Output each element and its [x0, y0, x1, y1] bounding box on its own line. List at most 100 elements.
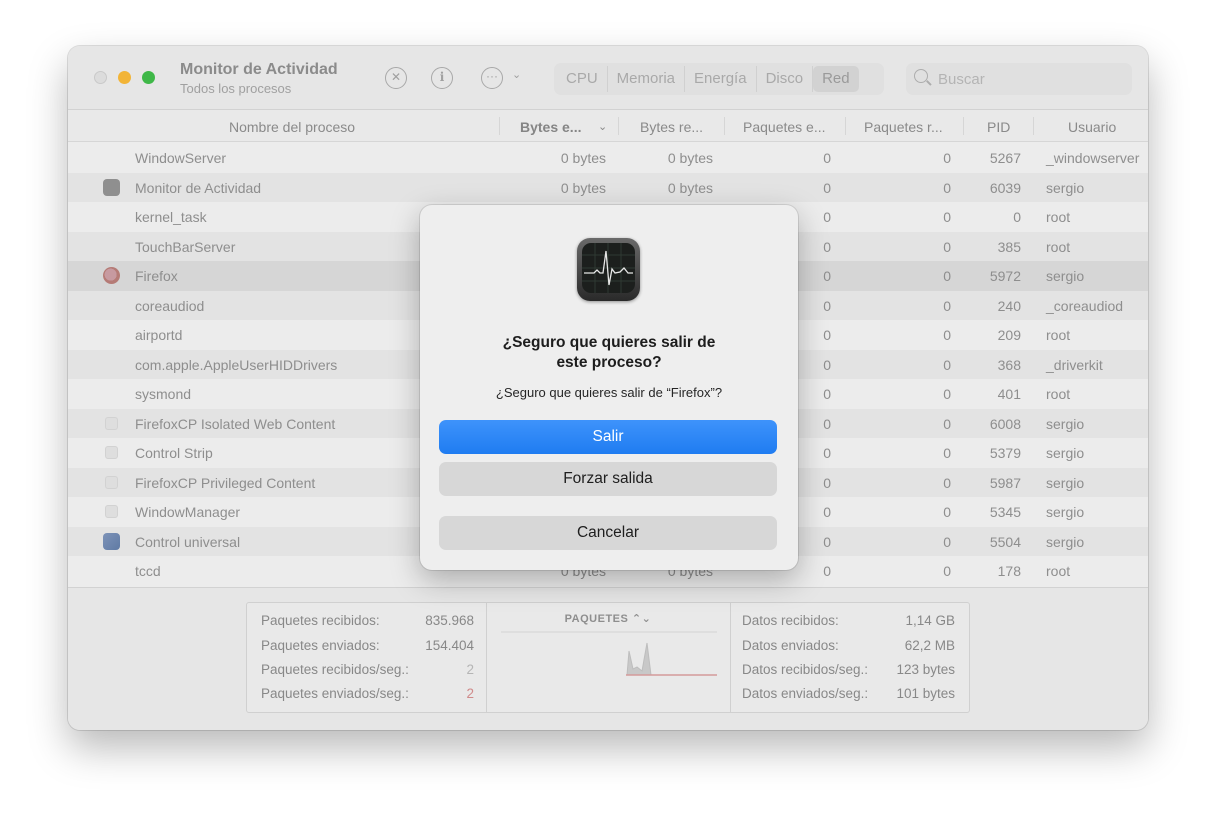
search-field[interactable]: Buscar [906, 63, 1132, 95]
user: sergio [1046, 504, 1085, 520]
column-divider[interactable] [724, 117, 725, 135]
stat-label: Datos recibidos: [742, 613, 839, 628]
column-header-user[interactable]: Usuario [1068, 119, 1116, 135]
tab-memoria[interactable]: Memoria [608, 66, 686, 92]
stat-label: Paquetes recibidos: [261, 613, 380, 628]
pid: 240 [997, 297, 1021, 314]
user: sergio [1046, 474, 1085, 491]
tab-red[interactable]: Red [813, 66, 859, 92]
column-header-packets-received[interactable]: Paquetes r... [864, 119, 943, 135]
pid: 401 [997, 386, 1021, 402]
cancel-button[interactable]: Cancelar [439, 516, 777, 550]
user: _windowserver [1046, 150, 1140, 166]
column-divider[interactable] [845, 117, 846, 135]
blank-icon [105, 505, 118, 518]
network-summary-panel: Paquetes recibidos: 835.968 Paquetes env… [68, 587, 1148, 730]
process-name: Control universal [135, 533, 241, 550]
process-name: sysmond [135, 386, 192, 402]
info-button[interactable]: i [431, 67, 453, 89]
stat-value: 154.404 [425, 638, 474, 653]
updown-chevron-icon[interactable]: ⌃⌄ [632, 613, 651, 625]
pid: 385 [997, 238, 1021, 255]
pid: 368 [997, 356, 1021, 373]
x-circle-icon: ✕ [390, 70, 402, 84]
stat-value: 123 bytes [896, 662, 955, 677]
process-name: tccd [135, 563, 161, 579]
user: root [1046, 327, 1071, 343]
quit-button[interactable]: Salir [439, 420, 777, 454]
column-header-bytes-received[interactable]: Bytes re... [640, 119, 703, 135]
packets-received: 0 [943, 209, 951, 225]
window-subtitle: Todos los procesos [180, 81, 292, 96]
tab-energia[interactable]: Energía [685, 66, 757, 92]
column-divider[interactable] [1033, 117, 1034, 135]
table-row[interactable]: Monitor de Actividad 0 bytes 0 bytes 0 0 6039… [68, 172, 1148, 202]
column-header-packets-sent[interactable]: Paquetes e... [743, 119, 826, 135]
sort-chevron-icon[interactable]: ⌄ [598, 120, 607, 133]
force-quit-button[interactable]: Forzar salida [439, 462, 777, 496]
process-name: WindowManager [135, 504, 241, 520]
user: sergio [1046, 268, 1085, 284]
pid: 5504 [989, 533, 1021, 550]
blank-icon [105, 416, 118, 430]
user: sergio [1046, 445, 1085, 461]
divider [730, 603, 731, 712]
user: root [1046, 209, 1071, 225]
minimize-window-button[interactable] [118, 71, 131, 84]
info-icon: i [439, 70, 445, 84]
firefox-icon [103, 267, 120, 284]
bytes-received: 0 bytes [667, 150, 713, 166]
pid: 5267 [989, 150, 1021, 166]
packets-received: 0 [943, 504, 951, 520]
close-window-button[interactable] [94, 71, 107, 84]
chevron-down-icon[interactable]: ⌄ [512, 68, 521, 81]
stop-process-button[interactable]: ✕ [385, 67, 407, 89]
column-divider[interactable] [963, 117, 964, 135]
user: sergio [1046, 533, 1085, 550]
packets-received: 0 [943, 327, 951, 343]
packets-received: 0 [943, 179, 951, 196]
zoom-window-button[interactable] [142, 71, 155, 84]
process-name: WindowServer [135, 150, 227, 166]
tab-disco[interactable]: Disco [757, 66, 814, 92]
dialog-title: ¿Seguro que quieres salir de este proces… [502, 334, 716, 371]
process-name: Monitor de Actividad [135, 179, 262, 196]
table-row[interactable]: WindowServer 0 bytes 0 bytes 0 0 5267 _windows… [68, 143, 1148, 173]
column-header-name[interactable]: Nombre del proceso [229, 119, 355, 135]
column-header-pid[interactable]: PID [987, 119, 1010, 135]
column-divider[interactable] [499, 117, 500, 135]
column-divider[interactable] [618, 117, 619, 135]
user: _driverkit [1046, 356, 1103, 373]
pid: 178 [997, 563, 1021, 579]
tab-bar: CPU Memoria Energía Disco Red [554, 63, 884, 95]
process-name: FirefoxCP Isolated Web Content [135, 415, 336, 432]
search-placeholder: Buscar [938, 71, 985, 88]
table-header: Nombre del proceso Bytes e... ⌄ Bytes re… [68, 110, 1148, 142]
network-stats-box: Paquetes recibidos: 835.968 Paquetes env… [246, 602, 970, 713]
pid: 5345 [989, 504, 1021, 520]
column-header-bytes-sent[interactable]: Bytes e... [520, 119, 581, 135]
process-name: coreaudiod [135, 297, 205, 314]
user: root [1046, 238, 1071, 255]
activity-monitor-icon [103, 178, 120, 196]
more-actions-button[interactable]: ··· [481, 67, 503, 89]
user: _coreaudiod [1046, 297, 1124, 314]
bytes-received: 0 bytes [667, 179, 713, 196]
packets-sent: 0 [823, 179, 831, 196]
packets-received: 0 [943, 533, 951, 550]
window-title: Monitor de Actividad [180, 61, 338, 78]
stat-value: 1,14 GB [905, 613, 955, 628]
stat-label: Paquetes enviados: [261, 638, 380, 653]
stat-label: Datos recibidos/seg.: [742, 662, 869, 677]
user: root [1046, 563, 1071, 579]
packets-sent: 0 [823, 150, 831, 166]
quit-process-dialog: ¿Seguro que quieres salir de este proces… [420, 205, 798, 570]
packets-received: 0 [943, 474, 951, 491]
graph-title[interactable]: PAQUETES ⌃⌄ [487, 612, 729, 625]
pid: 6039 [989, 179, 1021, 196]
process-name: FirefoxCP Privileged Content [135, 474, 316, 491]
user: sergio [1046, 415, 1085, 432]
tab-cpu[interactable]: CPU [557, 66, 608, 92]
stat-value: 62,2 MB [904, 638, 955, 653]
bytes-sent: 0 bytes [560, 150, 606, 166]
